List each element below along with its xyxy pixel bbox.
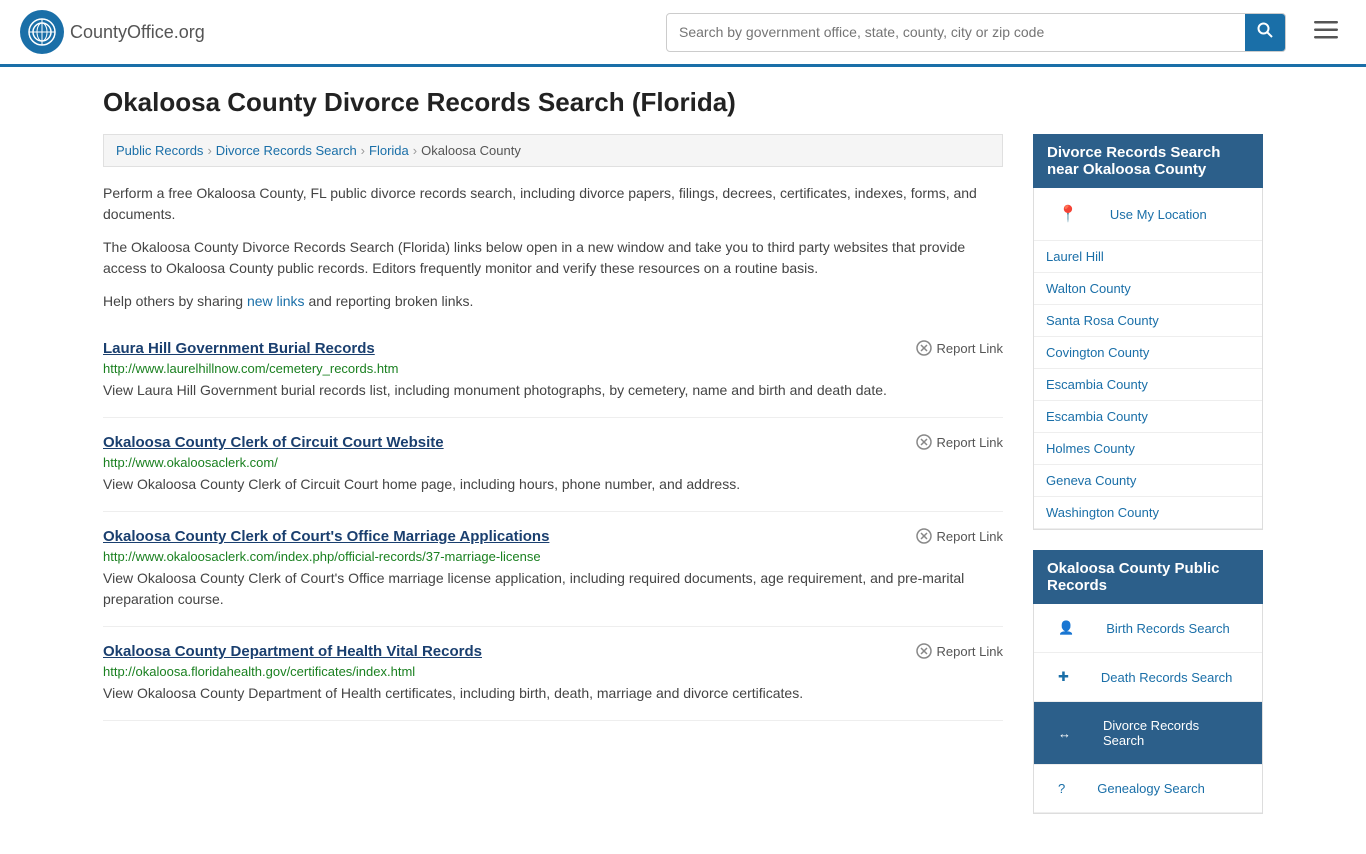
breadcrumb-florida[interactable]: Florida	[369, 143, 409, 158]
breadcrumb-sep-3: ›	[413, 143, 417, 158]
report-icon-2	[916, 528, 932, 544]
sidebar-nearby-item-1[interactable]: Walton County	[1034, 273, 1262, 305]
result-title-2[interactable]: Okaloosa County Clerk of Court's Office …	[103, 528, 549, 545]
result-title-3[interactable]: Okaloosa County Department of Health Vit…	[103, 643, 482, 660]
sidebar-nearby-item-4[interactable]: Escambia County	[1034, 369, 1262, 401]
sidebar-nearby-link-7[interactable]: Geneva County	[1034, 465, 1262, 496]
sidebar-nearby-item-8[interactable]: Washington County	[1034, 497, 1262, 529]
report-link-btn-3[interactable]: Report Link	[916, 643, 1003, 659]
header: CountyOffice.org	[0, 0, 1366, 67]
page-wrapper: Okaloosa County Divorce Records Search (…	[83, 67, 1283, 854]
sidebar-pr-link-2[interactable]: ↔ Divorce Records Search	[1034, 702, 1262, 764]
breadcrumb-public-records[interactable]: Public Records	[116, 143, 203, 158]
search-button[interactable]	[1245, 14, 1285, 51]
sidebar-nearby-item-7[interactable]: Geneva County	[1034, 465, 1262, 497]
report-icon-1	[916, 434, 932, 450]
sidebar-nearby-link-2[interactable]: Santa Rosa County	[1034, 305, 1262, 336]
sidebar-nearby-list: 📍 Use My Location Laurel HillWalton Coun…	[1033, 188, 1263, 530]
report-link-btn-1[interactable]: Report Link	[916, 434, 1003, 450]
sidebar-pr-item-0[interactable]: 👤 Birth Records Search	[1034, 604, 1262, 653]
sidebar-nearby-title: Divorce Records Search near Okaloosa Cou…	[1033, 134, 1263, 188]
arrows-icon: ↔	[1046, 718, 1083, 749]
logo-text: CountyOffice.org	[70, 22, 205, 43]
question-icon: ?	[1046, 773, 1077, 804]
result-url-3[interactable]: http://okaloosa.floridahealth.gov/certif…	[103, 664, 1003, 679]
sidebar-nearby-item-3[interactable]: Covington County	[1034, 337, 1262, 369]
sidebar-nearby-item-0[interactable]: Laurel Hill	[1034, 241, 1262, 273]
use-location-label: Use My Location	[1098, 199, 1219, 230]
menu-icon-button[interactable]	[1306, 15, 1346, 49]
result-header-2: Okaloosa County Clerk of Court's Office …	[103, 528, 1003, 545]
breadcrumb-sep-2: ›	[361, 143, 365, 158]
breadcrumb: Public Records › Divorce Records Search …	[103, 134, 1003, 167]
description-para3: Help others by sharing new links and rep…	[103, 291, 1003, 312]
sidebar-nearby-link-6[interactable]: Holmes County	[1034, 433, 1262, 464]
sidebar-nearby-link-4[interactable]: Escambia County	[1034, 369, 1262, 400]
sidebar-pr-item-1[interactable]: ✚ Death Records Search	[1034, 653, 1262, 702]
logo-icon	[20, 10, 64, 54]
person-icon: 👤	[1046, 612, 1086, 644]
description-para1: Perform a free Okaloosa County, FL publi…	[103, 183, 1003, 225]
cross-icon: ✚	[1046, 661, 1081, 693]
result-title-0[interactable]: Laura Hill Government Burial Records	[103, 340, 375, 357]
sidebar-pr-item-2[interactable]: ↔ Divorce Records Search	[1034, 702, 1262, 765]
result-header-1: Okaloosa County Clerk of Circuit Court W…	[103, 434, 1003, 451]
result-header-3: Okaloosa County Department of Health Vit…	[103, 643, 1003, 660]
result-url-1[interactable]: http://www.okaloosaclerk.com/	[103, 455, 1003, 470]
sidebar-pr-label-2: Divorce Records Search	[1091, 710, 1250, 756]
search-input[interactable]	[667, 16, 1245, 48]
sidebar-nearby-item-6[interactable]: Holmes County	[1034, 433, 1262, 465]
result-desc-3: View Okaloosa County Department of Healt…	[103, 683, 1003, 704]
result-desc-2: View Okaloosa County Clerk of Court's Of…	[103, 568, 1003, 610]
result-url-0[interactable]: http://www.laurelhillnow.com/cemetery_re…	[103, 361, 1003, 376]
result-header-0: Laura Hill Government Burial Records Rep…	[103, 340, 1003, 357]
sidebar-nearby-item-5[interactable]: Escambia County	[1034, 401, 1262, 433]
sidebar-pr-link-1[interactable]: ✚ Death Records Search	[1034, 653, 1262, 701]
result-item-3: Okaloosa County Department of Health Vit…	[103, 627, 1003, 721]
breadcrumb-divorce-records-search[interactable]: Divorce Records Search	[216, 143, 357, 158]
sidebar-pr-item-3[interactable]: ? Genealogy Search	[1034, 765, 1262, 813]
sidebar-public-records-title: Okaloosa County Public Records	[1033, 550, 1263, 604]
search-bar	[666, 13, 1286, 52]
result-url-2[interactable]: http://www.okaloosaclerk.com/index.php/o…	[103, 549, 1003, 564]
sidebar-nearby-item-2[interactable]: Santa Rosa County	[1034, 305, 1262, 337]
new-links-link[interactable]: new links	[247, 293, 305, 309]
result-title-1[interactable]: Okaloosa County Clerk of Circuit Court W…	[103, 434, 444, 451]
result-item-1: Okaloosa County Clerk of Circuit Court W…	[103, 418, 1003, 512]
result-item-0: Laura Hill Government Burial Records Rep…	[103, 324, 1003, 418]
sidebar-nearby-link-1[interactable]: Walton County	[1034, 273, 1262, 304]
sidebar-pr-label-1: Death Records Search	[1089, 662, 1245, 693]
report-icon-0	[916, 340, 932, 356]
report-icon-3	[916, 643, 932, 659]
result-desc-0: View Laura Hill Government burial record…	[103, 380, 1003, 401]
sidebar-pr-label-3: Genealogy Search	[1085, 773, 1217, 804]
page-title: Okaloosa County Divorce Records Search (…	[103, 87, 1263, 118]
sidebar-pr-link-3[interactable]: ? Genealogy Search	[1034, 765, 1262, 812]
description-para2: The Okaloosa County Divorce Records Sear…	[103, 237, 1003, 279]
sidebar-nearby-link-3[interactable]: Covington County	[1034, 337, 1262, 368]
result-item-2: Okaloosa County Clerk of Court's Office …	[103, 512, 1003, 627]
sidebar: Divorce Records Search near Okaloosa Cou…	[1033, 134, 1263, 834]
results-container: Laura Hill Government Burial Records Rep…	[103, 324, 1003, 721]
sidebar-nearby-link-8[interactable]: Washington County	[1034, 497, 1262, 528]
sidebar-use-location[interactable]: 📍 Use My Location	[1034, 188, 1262, 241]
logo[interactable]: CountyOffice.org	[20, 10, 205, 54]
report-link-btn-2[interactable]: Report Link	[916, 528, 1003, 544]
sidebar-pr-link-0[interactable]: 👤 Birth Records Search	[1034, 604, 1262, 652]
breadcrumb-sep-1: ›	[207, 143, 211, 158]
sidebar-pr-label-0: Birth Records Search	[1094, 613, 1242, 644]
result-desc-1: View Okaloosa County Clerk of Circuit Co…	[103, 474, 1003, 495]
breadcrumb-current: Okaloosa County	[421, 143, 521, 158]
content-layout: Public Records › Divorce Records Search …	[103, 134, 1263, 834]
main-content: Public Records › Divorce Records Search …	[103, 134, 1003, 834]
sidebar-public-records-list: 👤 Birth Records Search ✚ Death Records S…	[1033, 604, 1263, 814]
report-link-btn-0[interactable]: Report Link	[916, 340, 1003, 356]
location-pin-icon: 📍	[1046, 196, 1090, 232]
sidebar-nearby-link-5[interactable]: Escambia County	[1034, 401, 1262, 432]
sidebar-nearby-link-0[interactable]: Laurel Hill	[1034, 241, 1262, 272]
